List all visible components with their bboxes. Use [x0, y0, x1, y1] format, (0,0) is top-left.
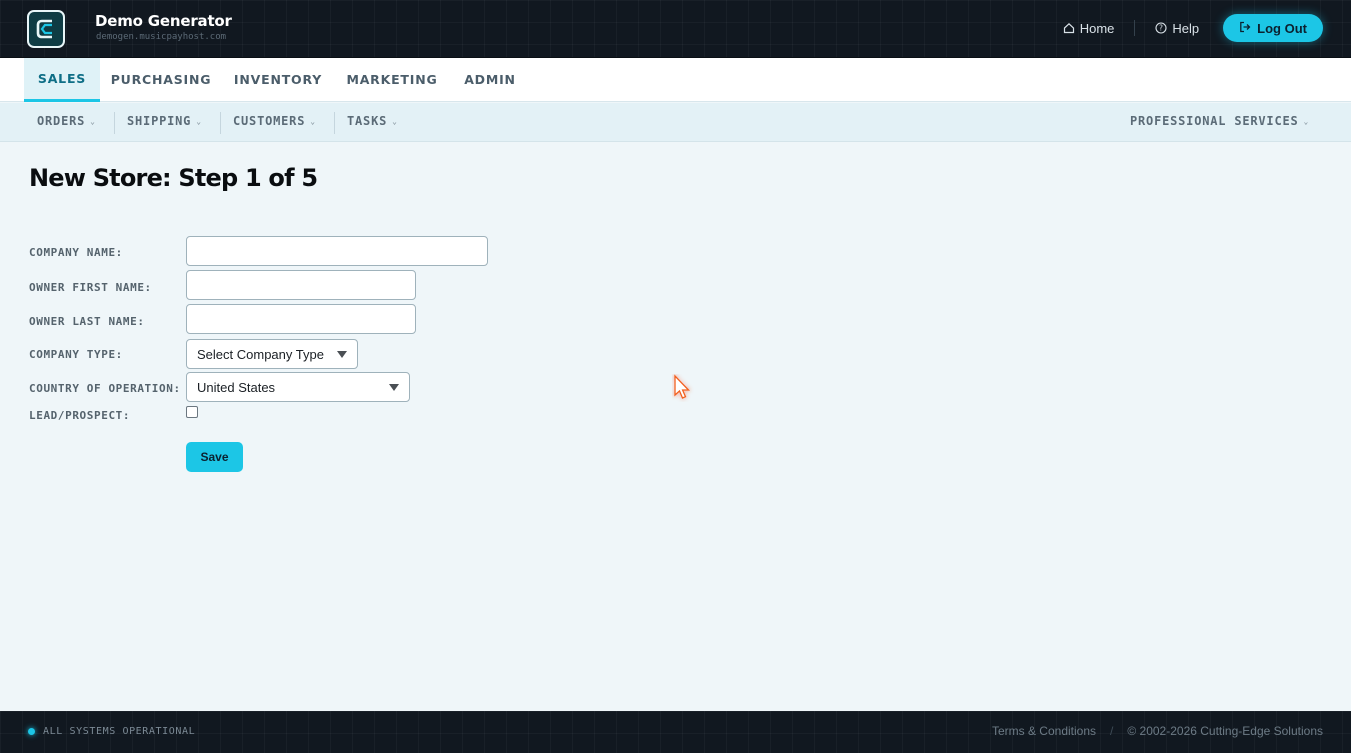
- chevron-down-icon: ⌄: [196, 117, 202, 126]
- tab-sales[interactable]: SALES: [24, 58, 100, 102]
- lead-prospect-label: LEAD/PROSPECT:: [29, 409, 131, 422]
- company-type-value: Select Company Type: [197, 346, 324, 362]
- home-label: Home: [1079, 20, 1115, 36]
- company-name-label: COMPANY NAME:: [29, 246, 123, 259]
- subnav-customers[interactable]: CUSTOMERS ⌄: [233, 103, 316, 142]
- chevron-down-icon: ⌄: [1303, 117, 1310, 126]
- tab-purchasing[interactable]: PURCHASING: [106, 58, 216, 102]
- subnav-divider: [220, 112, 221, 134]
- subnav-orders-label: ORDERS: [37, 114, 86, 128]
- subnav-professional-services[interactable]: PROFESSIONAL SERVICES ⌄: [1130, 103, 1309, 142]
- company-type-select[interactable]: Select Company Type: [186, 339, 358, 369]
- top-header: Demo Generator demogen.musicpayhost.com …: [0, 0, 1351, 58]
- subnav-divider: [114, 112, 115, 134]
- page-title: New Store: Step 1 of 5: [29, 164, 318, 192]
- company-type-label: COMPANY TYPE:: [29, 348, 123, 361]
- subnav-shipping-label: SHIPPING: [127, 114, 192, 128]
- subnav-tasks-label: TASKS: [347, 114, 388, 128]
- app-domain: demogen.musicpayhost.com: [96, 32, 227, 42]
- owner-last-name-input[interactable]: [186, 304, 416, 334]
- footer-links: Terms & Conditions / © 2002-2026 Cutting…: [992, 724, 1323, 738]
- home-icon: [1063, 22, 1075, 34]
- dropdown-arrow-icon: [389, 384, 399, 391]
- app-logo-icon[interactable]: [27, 10, 65, 48]
- company-name-input[interactable]: [186, 236, 488, 266]
- chevron-down-icon: ⌄: [310, 117, 316, 126]
- subnav-professional-services-label: PROFESSIONAL SERVICES: [1130, 114, 1299, 128]
- subnav-divider: [334, 112, 335, 134]
- logout-button[interactable]: Log Out: [1223, 14, 1323, 42]
- tab-admin[interactable]: ADMIN: [456, 58, 524, 102]
- country-select[interactable]: United States: [186, 372, 410, 402]
- help-label: Help: [1172, 20, 1200, 36]
- sub-nav: ORDERS ⌄ SHIPPING ⌄ CUSTOMERS ⌄ TASKS ⌄ PROF…: [0, 103, 1351, 142]
- country-value: United States: [197, 379, 276, 395]
- chevron-down-icon: ⌄: [90, 117, 96, 126]
- chevron-down-icon: ⌄: [392, 117, 398, 126]
- country-label: COUNTRY OF OPERATION:: [29, 382, 181, 395]
- owner-last-name-label: OWNER LAST NAME:: [29, 315, 145, 328]
- tab-inventory[interactable]: INVENTORY: [228, 58, 328, 102]
- mouse-cursor-icon: [672, 374, 694, 407]
- logout-label: Log Out: [1257, 20, 1307, 36]
- subnav-customers-label: CUSTOMERS: [233, 114, 306, 128]
- lead-prospect-checkbox[interactable]: [186, 406, 198, 418]
- home-link[interactable]: Home: [1063, 20, 1115, 36]
- owner-first-name-label: OWNER FIRST NAME:: [29, 281, 152, 294]
- footer: ALL SYSTEMS OPERATIONAL Terms & Conditio…: [0, 711, 1351, 753]
- main-nav: SALES PURCHASING INVENTORY MARKETING ADM…: [0, 58, 1351, 102]
- footer-separator: /: [1110, 724, 1114, 738]
- terms-link[interactable]: Terms & Conditions: [992, 724, 1096, 738]
- subnav-shipping[interactable]: SHIPPING ⌄: [127, 103, 202, 142]
- save-button[interactable]: Save: [186, 442, 243, 472]
- svg-text:?: ?: [1159, 24, 1163, 33]
- app-title: Demo Generator: [95, 12, 232, 30]
- system-status: ALL SYSTEMS OPERATIONAL: [43, 726, 196, 737]
- help-icon: ?: [1155, 22, 1167, 34]
- tab-marketing[interactable]: MARKETING: [341, 58, 443, 102]
- copyright-text: © 2002-2026 Cutting-Edge Solutions: [1127, 724, 1323, 738]
- header-actions: Home ? Help Log Out: [1063, 14, 1323, 42]
- owner-first-name-input[interactable]: [186, 270, 416, 300]
- dropdown-arrow-icon: [337, 351, 347, 358]
- subnav-orders[interactable]: ORDERS ⌄: [37, 103, 96, 142]
- subnav-tasks[interactable]: TASKS ⌄: [347, 103, 398, 142]
- status-indicator-icon: [28, 728, 35, 735]
- logout-icon: [1239, 21, 1251, 36]
- help-link[interactable]: ? Help: [1155, 21, 1199, 36]
- header-divider: [1134, 20, 1136, 36]
